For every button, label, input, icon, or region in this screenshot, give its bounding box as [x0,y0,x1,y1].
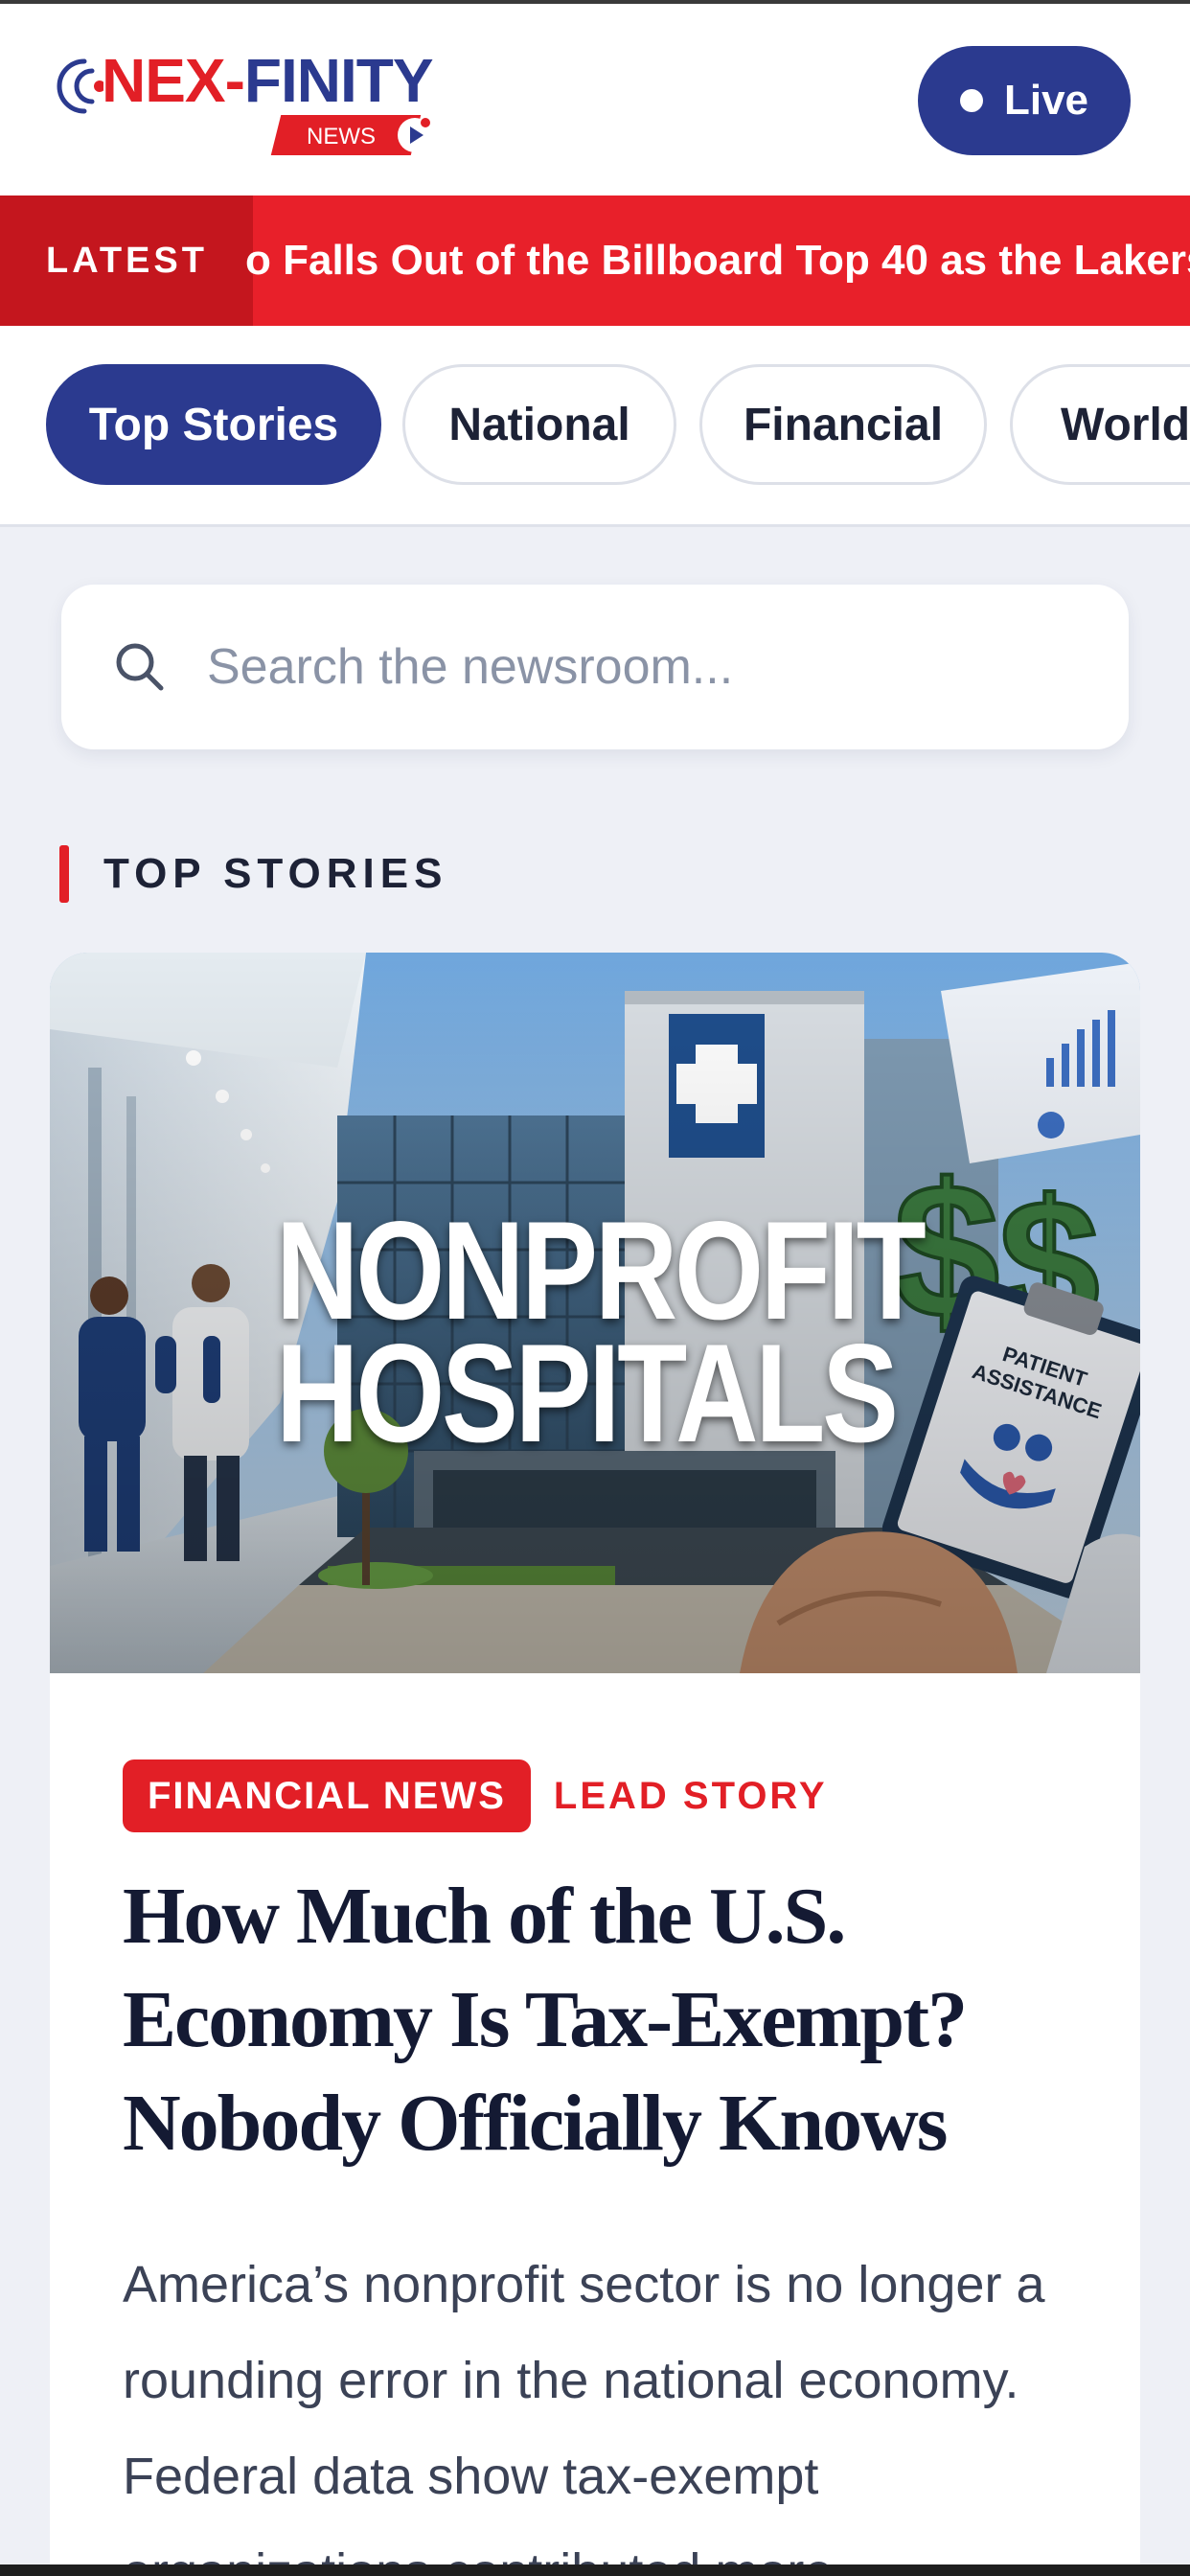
category-tabs: Top Stories National Financial World [0,326,1190,527]
logo-wordmark-part2: FINITY [243,46,434,115]
ticker-headline[interactable]: o Falls Out of the Billboard Top 40 as t… [245,196,1190,326]
category-badge[interactable]: FINANCIAL NEWS [123,1760,531,1832]
play-mark-icon [398,118,432,152]
section-accent-bar [59,845,69,903]
lead-story-card[interactable]: $ $ PATIENT ASSISTANCE [50,953,1140,2576]
live-dot-icon [959,89,983,112]
image-caption-line1: NONPROFIT [276,1192,927,1348]
screen-bottom-edge [0,2564,1190,2576]
ticker-tag: LATEST [0,196,253,326]
tab-financial[interactable]: Financial [699,364,987,485]
lead-story-label: LEAD STORY [553,1774,828,1817]
lead-story-image[interactable]: $ $ PATIENT ASSISTANCE [50,953,1140,1673]
story-tags: FINANCIAL NEWS LEAD STORY [123,1760,828,1832]
logo-wordmark: NEX-FINITY [102,42,434,119]
live-button[interactable]: Live [918,46,1131,155]
story-headline[interactable]: How Much of the U.S. Economy Is Tax-Exem… [123,1865,1081,2175]
site-logo[interactable]: NEX-FINITY NEWS [56,42,458,167]
logo-wordmark-part1: NEX- [102,46,245,115]
section-title: TOP STORIES [103,850,448,897]
search-input[interactable] [207,619,1069,715]
story-summary: America’s nonprofit sector is no longer … [123,2256,1045,2576]
image-caption: NONPROFIT HOSPITALS [276,1192,927,1471]
tab-top-stories[interactable]: Top Stories [46,364,381,485]
search-icon [116,643,164,691]
logo-news-label: NEWS [307,124,376,150]
tab-world[interactable]: World [1010,364,1190,485]
broadcast-waves-icon [57,58,103,114]
live-button-label: Live [1003,77,1089,124]
search-bar[interactable] [61,585,1129,749]
site-header: NEX-FINITY NEWS Live [0,4,1190,196]
breaking-news-ticker[interactable]: LATEST o Falls Out of the Billboard Top … [0,196,1190,326]
tab-national[interactable]: National [402,364,676,485]
image-caption-line2: HOSPITALS [276,1315,899,1471]
